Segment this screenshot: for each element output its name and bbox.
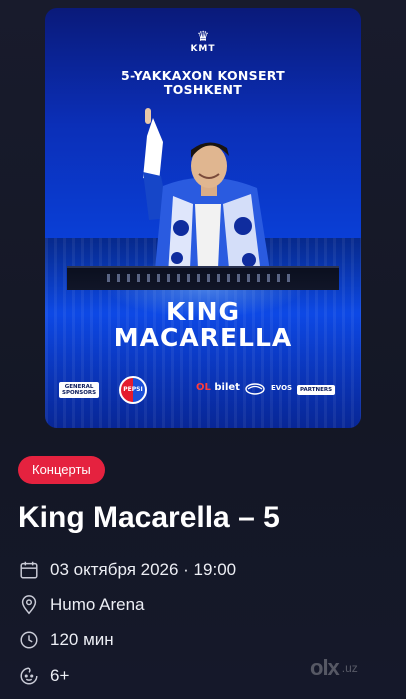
artist-name-line2: MACARELLA <box>113 323 293 352</box>
age-rating-icon <box>18 665 40 687</box>
olbilet-logo: OL bilet <box>196 382 240 393</box>
kmt-logo-text: KMT <box>190 44 216 54</box>
event-datetime: 03 октября 2026 · 19:00 <box>50 560 237 579</box>
event-page: ♛ KMT 5-YAKKAXON KONSERT TOSHKENT KING M… <box>0 0 406 699</box>
olx-watermark-logo: olx <box>310 655 340 680</box>
poster-headline-line2: TOSHKENT <box>163 82 243 97</box>
olbilet-prefix: OL <box>196 382 211 393</box>
crown-icon: ♛ <box>196 29 210 45</box>
clock-icon <box>18 629 40 651</box>
poster-headline: 5-YAKKAXON KONSERT TOSHKENT <box>45 69 361 97</box>
category-chip[interactable]: Концерты <box>18 456 105 484</box>
event-poster-image[interactable]: ♛ KMT 5-YAKKAXON KONSERT TOSHKENT KING M… <box>45 8 361 428</box>
pepsi-logo-text: PEPSI <box>123 386 143 393</box>
event-venue: Humo Arena <box>50 595 145 614</box>
event-date-row: 03 октября 2026 · 19:00 <box>18 557 236 583</box>
event-age-row: 6+ <box>18 663 69 689</box>
performer-illustration <box>143 108 273 290</box>
olx-watermark: olx .uz <box>310 653 392 683</box>
event-title: King Macarella – 5 <box>18 501 280 534</box>
partners-tag: PARTNERS <box>297 385 336 395</box>
general-sponsors-line2: SPONSORS <box>62 390 97 396</box>
calendar-icon <box>18 559 40 581</box>
olx-watermark-domain: .uz <box>341 661 358 675</box>
event-duration: 120 мин <box>50 630 114 649</box>
poster-headline-line1: 5-YAKKAXON KONSERT <box>121 68 285 83</box>
general-sponsors-tag: GENERAL SPONSORS <box>59 382 100 398</box>
olbilet-suffix: bilet <box>214 382 240 393</box>
partner-wave-logo-icon <box>245 383 265 395</box>
event-duration-row: 120 мин <box>18 627 114 653</box>
evos-logo: EVOS <box>271 384 293 392</box>
dj-booth <box>67 266 339 290</box>
event-age-rating: 6+ <box>50 666 70 685</box>
kmt-logo: ♛ KMT <box>45 30 361 54</box>
sponsor-strip: GENERAL SPONSORS PEPSI OL bilet EVOS PAR… <box>59 376 347 406</box>
artist-name-line1: KING <box>165 297 241 326</box>
dj-controls <box>107 274 297 282</box>
event-venue-row: Humo Arena <box>18 592 145 618</box>
location-pin-icon <box>18 594 40 616</box>
poster-artist-name: KING MACARELLA <box>45 299 361 351</box>
